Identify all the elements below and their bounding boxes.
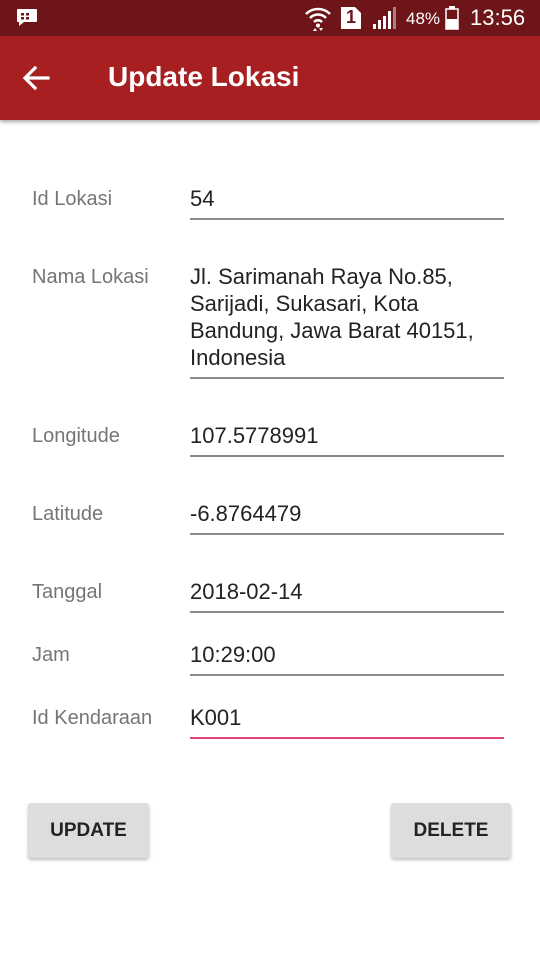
nama-lokasi-line-2: Sarijadi, Sukasari, Kota: [190, 291, 419, 316]
latitude-field[interactable]: -6.8764479: [190, 500, 504, 535]
tanggal-field[interactable]: 2018-02-14: [190, 578, 504, 613]
latitude-label: Latitude: [32, 503, 104, 525]
page-title: Update Lokasi: [108, 61, 300, 92]
longitude-field[interactable]: 107.5778991: [190, 422, 504, 457]
back-button[interactable]: [14, 56, 58, 100]
signal-icon: [373, 7, 396, 29]
update-button[interactable]: UPDATE: [28, 803, 149, 858]
jam-field[interactable]: 10:29:00: [190, 641, 504, 676]
id-kendaraan-label: Id Kendaraan: [32, 707, 153, 729]
tanggal-label: Tanggal: [32, 581, 103, 603]
sim-icon: 1: [340, 6, 362, 30]
arrow-back-icon: [22, 65, 50, 91]
id-kendaraan-field[interactable]: K001: [190, 704, 504, 739]
battery-icon: [445, 6, 459, 30]
wifi-icon: [305, 7, 331, 31]
clock: 13:56: [470, 5, 526, 30]
nama-lokasi-line-3: Bandung, Jawa Barat 40151,: [190, 318, 474, 343]
app-bar: Update Lokasi: [0, 36, 540, 120]
delete-button[interactable]: DELETE: [391, 803, 511, 858]
nama-lokasi-field[interactable]: Jl. Sarimanah Raya No.85, Sarijadi, Suka…: [190, 263, 504, 379]
nama-lokasi-line-1: Jl. Sarimanah Raya No.85,: [190, 264, 453, 289]
id-lokasi-label: Id Lokasi: [32, 188, 113, 210]
id-lokasi-field[interactable]: 54: [190, 185, 504, 220]
nama-lokasi-line-4: Indonesia: [190, 345, 286, 370]
battery-percentage: 48%: [406, 9, 441, 28]
chat-notification-icon: [17, 9, 37, 26]
status-bar: 1 48% 13:56: [0, 0, 540, 36]
nama-lokasi-label: Nama Lokasi: [32, 266, 149, 288]
sim-slot-number: 1: [346, 7, 357, 27]
longitude-label: Longitude: [32, 425, 120, 447]
jam-label: Jam: [32, 644, 70, 666]
